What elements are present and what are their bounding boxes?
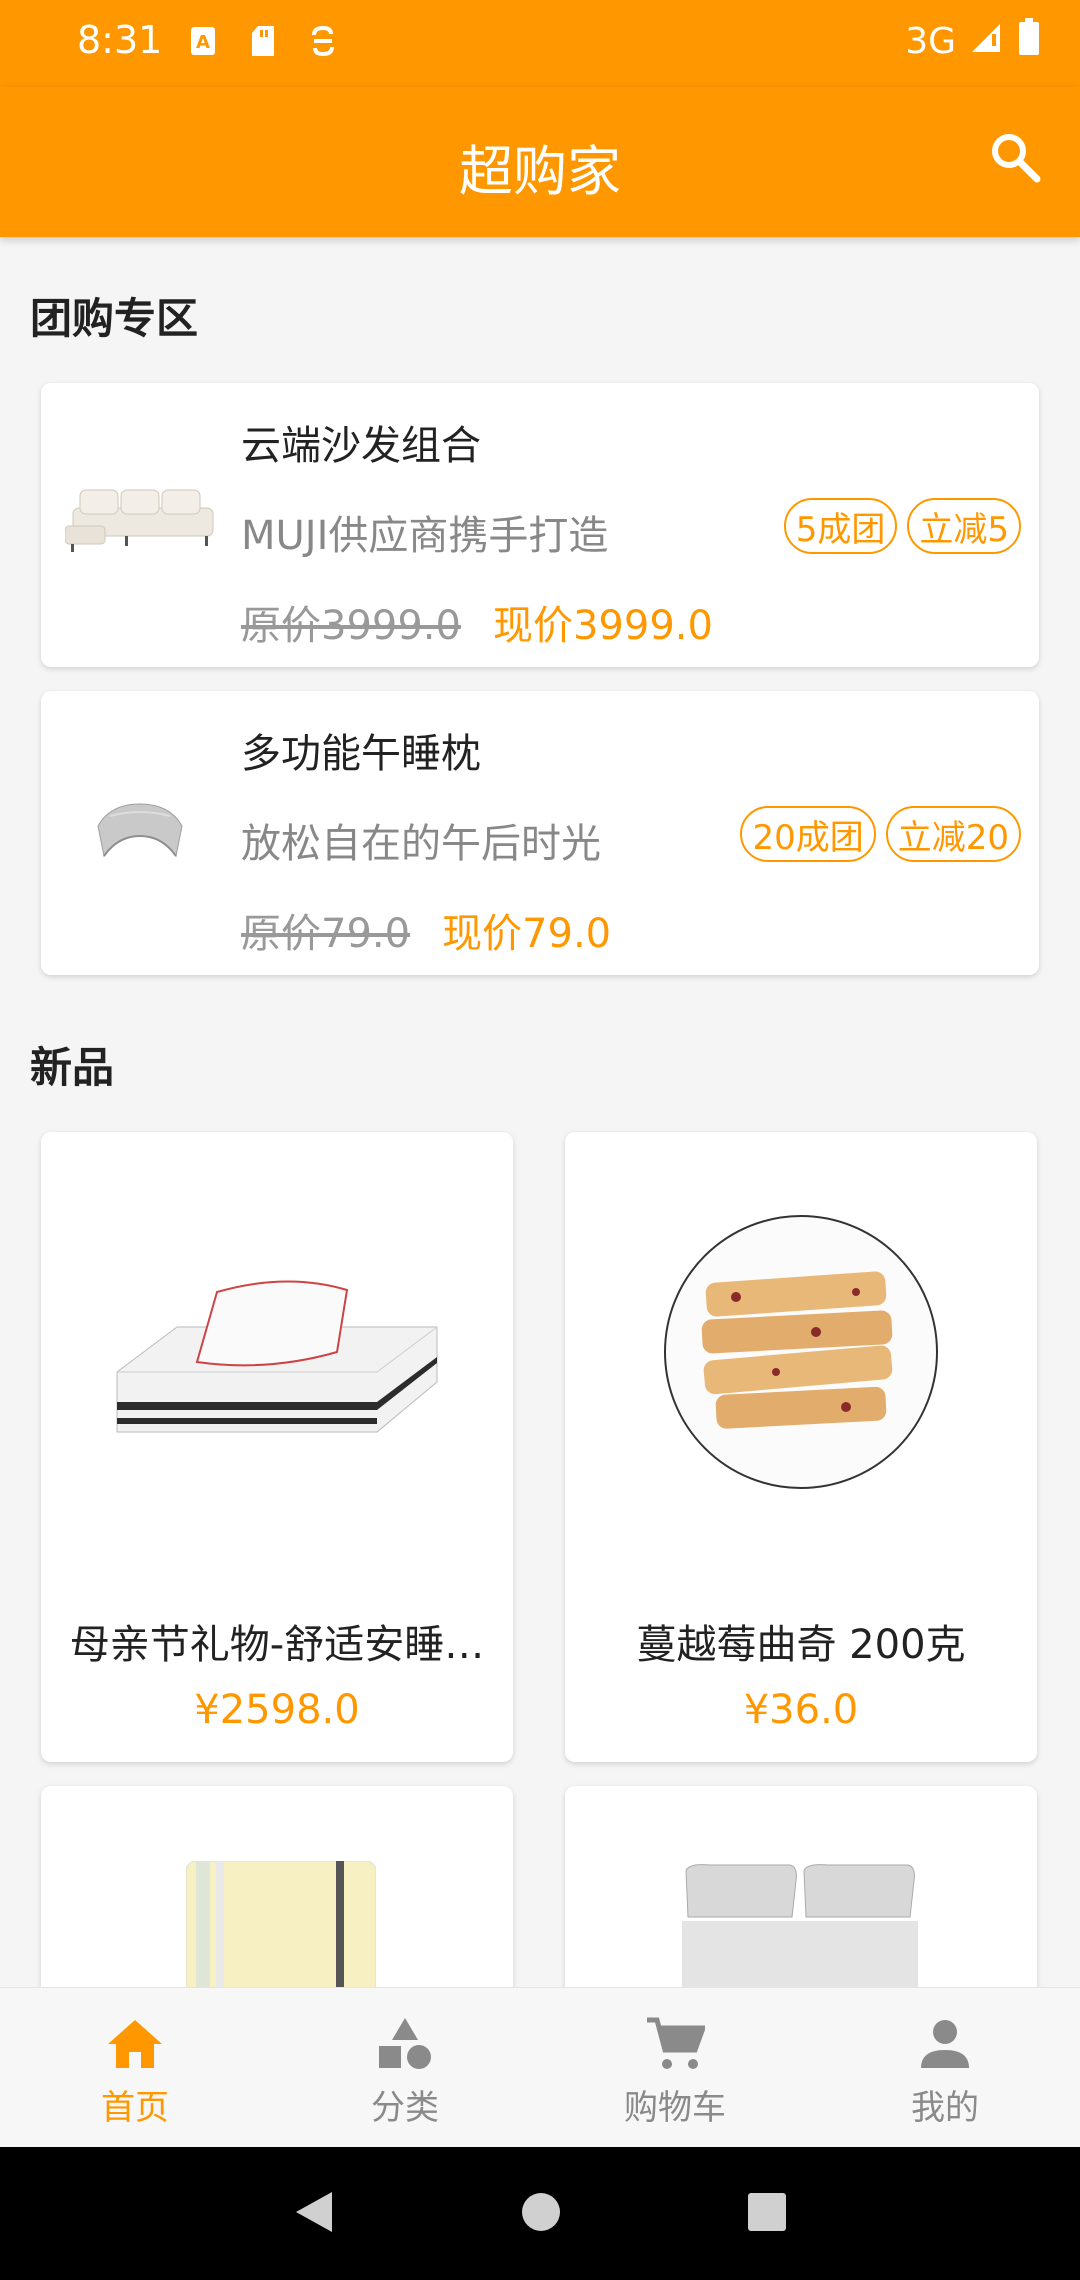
home-button[interactable] xyxy=(520,2191,562,2237)
bottom-nav: 首页 分类 购物车 我的 xyxy=(0,1987,1080,2147)
discount-badge: 立减5 xyxy=(907,498,1021,554)
nav-item-cart[interactable]: 购物车 xyxy=(540,1988,810,2147)
nav-label: 分类 xyxy=(371,2088,439,2128)
cookies-image xyxy=(565,1192,1037,1512)
home-circle-icon xyxy=(522,2192,560,2231)
current-price: 现价79.0 xyxy=(442,911,612,957)
recents-button[interactable] xyxy=(746,2191,788,2237)
group-item-badges: 5成团 立减5 xyxy=(783,498,1021,554)
cart-icon xyxy=(640,2012,710,2076)
sd-card-icon xyxy=(248,22,278,60)
group-size-badge: 20成团 xyxy=(740,806,876,862)
bed-image xyxy=(680,1861,920,2005)
current-price: 现价3999.0 xyxy=(492,603,713,649)
new-section-title: 新品 xyxy=(30,1043,115,1092)
original-price: 原价79.0 xyxy=(241,911,411,957)
group-item-prices: 原价3999.0 现价3999.0 xyxy=(241,593,713,651)
search-icon xyxy=(992,134,1041,183)
product-card[interactable]: 母亲节礼物-舒适安睡… ¥2598.0 xyxy=(41,1132,513,1762)
nav-label: 我的 xyxy=(911,2088,979,2128)
system-nav-bar xyxy=(0,2147,1080,2280)
sofa-image xyxy=(55,433,225,603)
nav-item-category[interactable]: 分类 xyxy=(270,1988,540,2147)
status-bar: 8:31 A 3G xyxy=(0,0,1080,87)
product-price: ¥36.0 xyxy=(743,1687,859,1733)
back-button[interactable] xyxy=(292,2188,336,2240)
mattress-image xyxy=(41,1192,513,1512)
group-section-title: 团购专区 xyxy=(30,294,199,343)
product-name: 蔓越莓曲奇 200克 xyxy=(636,1622,966,1668)
nav-item-home[interactable]: 首页 xyxy=(0,1988,270,2147)
back-icon xyxy=(296,2191,332,2232)
status-notification-icons: A xyxy=(188,22,338,60)
status-right: 3G xyxy=(905,18,1040,65)
group-item-subtitle: MUJI供应商携手打造 xyxy=(241,513,609,559)
product-name: 母亲节礼物-舒适安睡… xyxy=(69,1622,485,1668)
nav-item-profile[interactable]: 我的 xyxy=(810,1988,1080,2147)
font-a-icon: A xyxy=(188,22,218,60)
person-icon xyxy=(910,2012,980,2076)
group-size-badge: 5成团 xyxy=(783,498,898,554)
group-item-subtitle: 放松自在的午后时光 xyxy=(241,821,601,867)
group-buy-card[interactable]: 多功能午睡枕 放松自在的午后时光 20成团 立减20 原价79.0 现价79.0 xyxy=(41,691,1039,975)
signal-icon xyxy=(970,20,1004,63)
group-item-name: 多功能午睡枕 xyxy=(241,731,481,777)
notebook-image xyxy=(185,1860,377,2005)
home-icon xyxy=(100,2012,170,2076)
battery-icon xyxy=(1018,18,1040,65)
original-price: 原价3999.0 xyxy=(241,603,461,649)
status-time: 8:31 xyxy=(77,18,163,62)
nav-label: 购物车 xyxy=(624,2088,726,2128)
svg-text:A: A xyxy=(196,32,210,53)
discount-badge: 立减20 xyxy=(885,806,1021,862)
recents-icon xyxy=(748,2192,786,2231)
group-buy-card[interactable]: 云端沙发组合 MUJI供应商携手打造 5成团 立减5 原价3999.0 现价39… xyxy=(41,383,1039,667)
product-price: ¥2598.0 xyxy=(194,1687,360,1733)
pillow-image xyxy=(55,741,225,911)
group-item-prices: 原价79.0 现价79.0 xyxy=(241,901,611,959)
nav-label: 首页 xyxy=(101,2088,169,2128)
product-card[interactable]: 蔓越莓曲奇 200克 ¥36.0 xyxy=(565,1132,1037,1762)
app-title: 超购家 xyxy=(459,140,621,203)
sync-icon xyxy=(308,22,338,60)
group-item-badges: 20成团 立减20 xyxy=(740,806,1021,862)
category-icon xyxy=(370,2012,440,2076)
network-type: 3G xyxy=(905,21,956,62)
search-button[interactable] xyxy=(980,122,1050,192)
app-bar: 超购家 xyxy=(0,87,1080,237)
group-item-name: 云端沙发组合 xyxy=(241,423,481,469)
